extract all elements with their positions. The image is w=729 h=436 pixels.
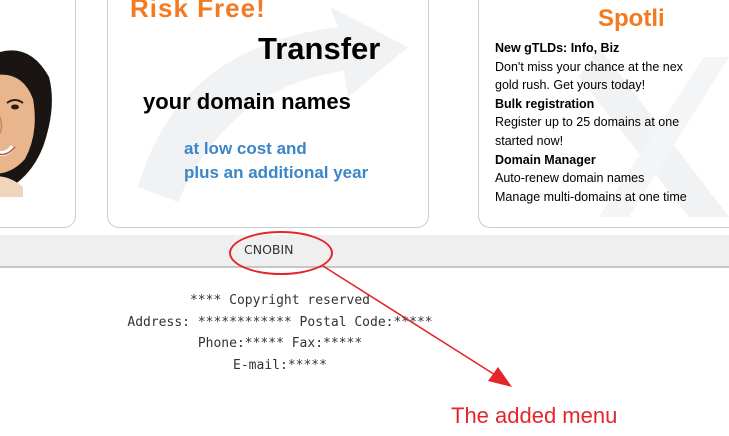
- spotlight-text: Manage multi-domains at one time: [495, 189, 687, 204]
- spotlight-text: started now!: [495, 133, 564, 148]
- transfer-title: Transfer: [258, 31, 381, 66]
- annotation-label: The added menu: [451, 403, 618, 428]
- spotlight-text: Register up to 25 domains at one: [495, 115, 680, 130]
- footer-address: Address: ************ Postal Code:*****: [127, 314, 433, 330]
- spotlight-heading-domain-manager[interactable]: Domain Manager: [495, 151, 729, 170]
- spotlight-heading-bulk-registration[interactable]: Bulk registration: [495, 95, 729, 114]
- spotlight-list: New gTLDs: Info, Biz Don't miss your cha…: [495, 39, 729, 206]
- spotlight-text: gold rush. Get yours today!: [495, 78, 646, 93]
- transfer-promo-panel[interactable]: Risk Free! Transfer your domain names at…: [107, 0, 429, 228]
- menu-bar: CNOBIN: [0, 235, 729, 268]
- risk-free-headline: Risk Free!: [130, 0, 266, 23]
- domain-names-subtitle: your domain names: [143, 89, 351, 114]
- person-photo: [0, 37, 57, 197]
- footer-email: E-mail:*****: [233, 357, 327, 373]
- spotlight-text: Don't miss your chance at the nex: [495, 59, 683, 74]
- footer: **** Copyright reserved Address: *******…: [0, 290, 560, 376]
- spotlight-text: Auto-renew domain names: [495, 171, 645, 186]
- footer-copyright: **** Copyright reserved: [189, 293, 370, 308]
- spotlight-panel: Spotli New gTLDs: Info, Biz Don't miss y…: [478, 0, 729, 228]
- spotlight-title: Spotli: [598, 5, 665, 32]
- footer-phone-fax: Phone:***** Fax:*****: [197, 336, 363, 351]
- spotlight-heading-gtlds[interactable]: New gTLDs: Info, Biz: [495, 39, 729, 58]
- menu-item-cnobin[interactable]: CNOBIN: [244, 242, 294, 257]
- promo-line-low-cost: at low cost and: [184, 139, 307, 158]
- promo-line-additional-year: plus an additional year: [184, 163, 369, 182]
- left-banner-panel: [0, 0, 76, 228]
